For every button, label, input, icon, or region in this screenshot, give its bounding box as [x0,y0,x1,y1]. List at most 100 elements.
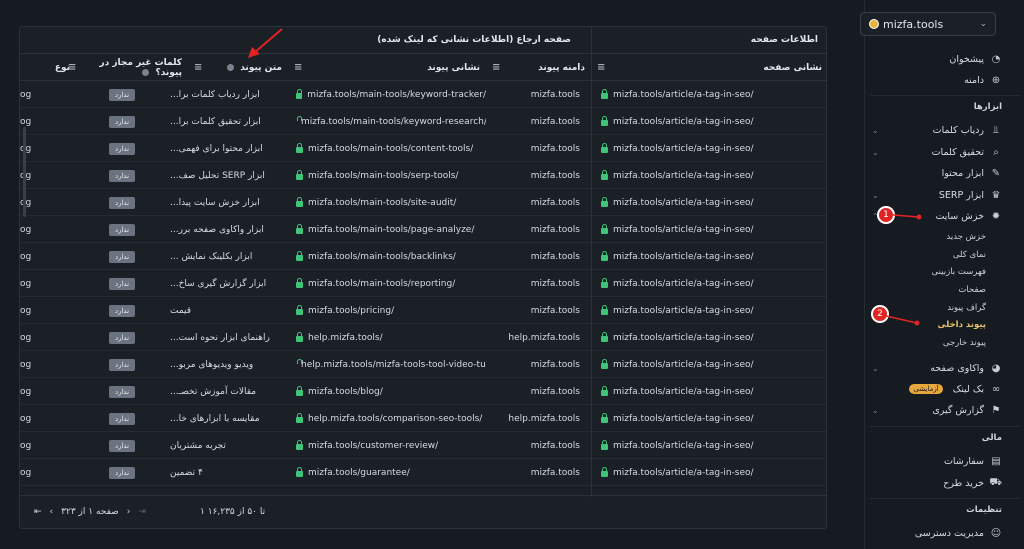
type-text: og [20,89,32,100]
column-header-type[interactable]: نوع [20,55,70,81]
sidebar-item-keyword-research[interactable]: ⌕ تحقیق کلمات ⌄ [872,143,1002,161]
sidebar-item-content-tools[interactable]: ✎ ابزار محتوا [872,164,1002,182]
section-settings-label: تنظیمات [966,505,1002,515]
cell-link-url[interactable]: mizfa.tools/main-tools/site-audit/ [296,189,486,216]
sidebar-item-access-management[interactable]: ☺ مدیریت دسترسی [872,524,1002,542]
column-header-page-url[interactable]: نشانی صفحه ≡ [591,55,826,81]
cell-link-url[interactable]: mizfa.tools/main-tools/keyword-research/ [296,108,486,135]
cell-anchor-text: راهنمای ابزار نحوه است... [170,324,282,351]
table-row[interactable]: mizfa.tools/article/a-tag-in-seo/mizfa.t… [20,216,826,243]
cell-link-url[interactable]: mizfa.tools/main-tools/content-tools/ [296,135,486,162]
sidebar-subitem-overview[interactable]: نمای کلی [953,250,986,260]
cell-page-url[interactable]: mizfa.tools/article/a-tag-in-seo/ [601,405,821,432]
prev-page-icon[interactable]: › [127,507,131,517]
last-page-icon[interactable]: ⇤ [34,507,42,517]
cell-page-url[interactable]: mizfa.tools/article/a-tag-in-seo/ [601,378,821,405]
cell-link-url[interactable]: mizfa.tools/main-tools/backlinks/ [296,243,486,270]
cell-page-url[interactable]: mizfa.tools/article/a-tag-in-seo/ [601,243,821,270]
lock-icon [296,412,303,423]
cell-page-url[interactable]: mizfa.tools/article/a-tag-in-seo/ [601,189,821,216]
cell-page-url[interactable]: mizfa.tools/article/a-tag-in-seo/ [601,459,821,486]
sidebar-subitem-checklist[interactable]: فهرست بازبینی [932,267,986,277]
cell-page-url[interactable]: mizfa.tools/article/a-tag-in-seo/ [601,81,821,108]
sidebar-item-domain[interactable]: ⊕ دامنه [872,71,1002,89]
table-row[interactable]: mizfa.tools/article/a-tag-in-seo/mizfa.t… [20,270,826,297]
sidebar-item-keyword-tracker[interactable]: ⫫ ردیاب کلمات ⌄ [872,121,1002,139]
column-header-link-domain[interactable]: دامنه پیوند ≡ [486,55,591,81]
table-row[interactable]: mizfa.tools/article/a-tag-in-seo/help.mi… [20,324,826,351]
cell-page-url[interactable]: mizfa.tools/article/a-tag-in-seo/ [601,324,821,351]
cell-link-url[interactable]: mizfa.tools/main-tools/serp-tools/ [296,162,486,189]
sidebar-subitem-pages[interactable]: صفحات [958,285,986,295]
cell-link-url[interactable]: mizfa.tools/main-tools/reporting/ [296,270,486,297]
cell-link-url[interactable]: mizfa.tools/main-tools/keyword-tracker/ [296,81,486,108]
cell-page-url[interactable]: mizfa.tools/article/a-tag-in-seo/ [601,297,821,324]
sidebar-item-dashboard[interactable]: ◔ پیشخوان [872,50,1002,68]
table-row[interactable]: mizfa.tools/article/a-tag-in-seo/mizfa.t… [20,459,826,486]
sidebar-item-serp-tools[interactable]: ♛ ابزار SERP ⌄ [872,186,1002,204]
cell-page-url[interactable]: mizfa.tools/article/a-tag-in-seo/ [601,270,821,297]
cell-page-url[interactable]: mizfa.tools/article/a-tag-in-seo/ [601,351,821,378]
column-header-forbidden-words[interactable]: کلمات غیر مجاز در پیوند؟ ≡ [62,55,188,81]
cell-page-url[interactable]: mizfa.tools/article/a-tag-in-seo/ [601,216,821,243]
column-menu-icon[interactable]: ≡ [492,62,500,73]
sidebar-item-label: دامنه [964,74,984,86]
column-menu-icon[interactable]: ≡ [194,62,202,73]
internal-links-table: اطلاعات صفحه صفحه ارجاع (اطلاعات نشانی ک… [19,26,827,529]
link-url-text: mizfa.tools/blog/ [308,386,383,397]
sidebar-item-buy-plan[interactable]: ⛟ خرید طرح [872,474,1002,492]
link-url-text: mizfa.tools/main-tools/keyword-research/ [301,116,486,127]
first-page-icon[interactable]: ⇥ [138,507,146,517]
table-row[interactable]: mizfa.tools/article/a-tag-in-seo/mizfa.t… [20,162,826,189]
table-row[interactable]: mizfa.tools/article/a-tag-in-seo/mizfa.t… [20,108,826,135]
chevron-down-icon: ⌄ [872,147,879,157]
table-row[interactable]: mizfa.tools/article/a-tag-in-seo/mizfa.t… [20,81,826,108]
cell-link-url[interactable]: mizfa.tools/pricing/ [296,297,486,324]
page-indicator: صفحه ۱ از ۳۲۳ [61,507,119,517]
vertical-scrollbar[interactable] [23,127,26,217]
sidebar-item-label: سفارشات [943,455,984,467]
sidebar-divider [870,95,1020,96]
lock-icon [601,250,608,261]
cell-page-url[interactable]: mizfa.tools/article/a-tag-in-seo/ [601,432,821,459]
page-url-text: mizfa.tools/article/a-tag-in-seo/ [613,467,754,478]
cell-page-url[interactable]: mizfa.tools/article/a-tag-in-seo/ [601,135,821,162]
sidebar-subitem-internal-links[interactable]: پیوند داخلی [937,320,986,330]
cell-link-domain: mizfa.tools [490,378,580,405]
table-row[interactable]: mizfa.tools/article/a-tag-in-seo/mizfa.t… [20,432,826,459]
sidebar-item-reporting[interactable]: ⚑ گزارش گیری ⌄ [872,401,1002,419]
column-header-link-url[interactable]: نشانی پیوند ≡ [288,55,486,81]
table-row[interactable]: mizfa.tools/article/a-tag-in-seo/help.mi… [20,405,826,432]
column-menu-icon[interactable]: ≡ [597,62,605,73]
cell-link-url[interactable]: mizfa.tools/customer-review/ [296,432,486,459]
sidebar-item-orders[interactable]: ▤ سفارشات [872,452,1002,470]
page-url-text: mizfa.tools/article/a-tag-in-seo/ [613,359,754,370]
table-row[interactable]: mizfa.tools/article/a-tag-in-seo/mizfa.t… [20,297,826,324]
cell-page-url[interactable]: mizfa.tools/article/a-tag-in-seo/ [601,108,821,135]
sidebar-subitem-external-links[interactable]: پیوند خارجی [943,338,986,348]
sidebar-subitem-new-crawl[interactable]: خزش جدید [946,232,986,242]
table-row[interactable]: mizfa.tools/article/a-tag-in-seo/mizfa.t… [20,135,826,162]
cell-anchor-text: ابزار گزارش گیری ساخ... [170,270,282,297]
sidebar-item-page-analyze[interactable]: ◕ واکاوی صفحه ⌄ [872,359,1002,377]
sidebar-subitem-link-graph[interactable]: گراف پیوند [947,303,986,313]
site-selector[interactable]: mizfa.tools ⌄ [860,12,996,36]
cell-forbidden-words: ندارد [102,108,142,135]
table-row[interactable]: mizfa.tools/article/a-tag-in-seo/mizfa.t… [20,189,826,216]
cell-link-url[interactable]: help.mizfa.tools/mizfa-tools-tool-video-… [296,351,486,378]
table-row[interactable]: mizfa.tools/article/a-tag-in-seo/mizfa.t… [20,243,826,270]
cell-anchor-text: مقایسه با ابزارهای خا... [170,405,282,432]
table-row[interactable]: mizfa.tools/article/a-tag-in-seo/mizfa.t… [20,351,826,378]
cell-link-url[interactable]: mizfa.tools/blog/ [296,378,486,405]
next-page-icon[interactable]: ‹ [50,507,54,517]
sidebar-item-backlinks[interactable]: ∞ بک لینک آزمایشی [872,380,1002,398]
lock-icon [601,169,608,180]
table-row[interactable]: mizfa.tools/article/a-tag-in-seo/mizfa.t… [20,378,826,405]
cell-link-url[interactable]: help.mizfa.tools/ [296,324,486,351]
column-menu-icon[interactable]: ≡ [294,62,302,73]
cell-link-url[interactable]: mizfa.tools/guarantee/ [296,459,486,486]
cell-link-url[interactable]: help.mizfa.tools/comparison-seo-tools/ [296,405,486,432]
group-header-page-info: اطلاعات صفحه [591,27,826,54]
cell-page-url[interactable]: mizfa.tools/article/a-tag-in-seo/ [601,162,821,189]
cell-link-url[interactable]: mizfa.tools/main-tools/page-analyze/ [296,216,486,243]
